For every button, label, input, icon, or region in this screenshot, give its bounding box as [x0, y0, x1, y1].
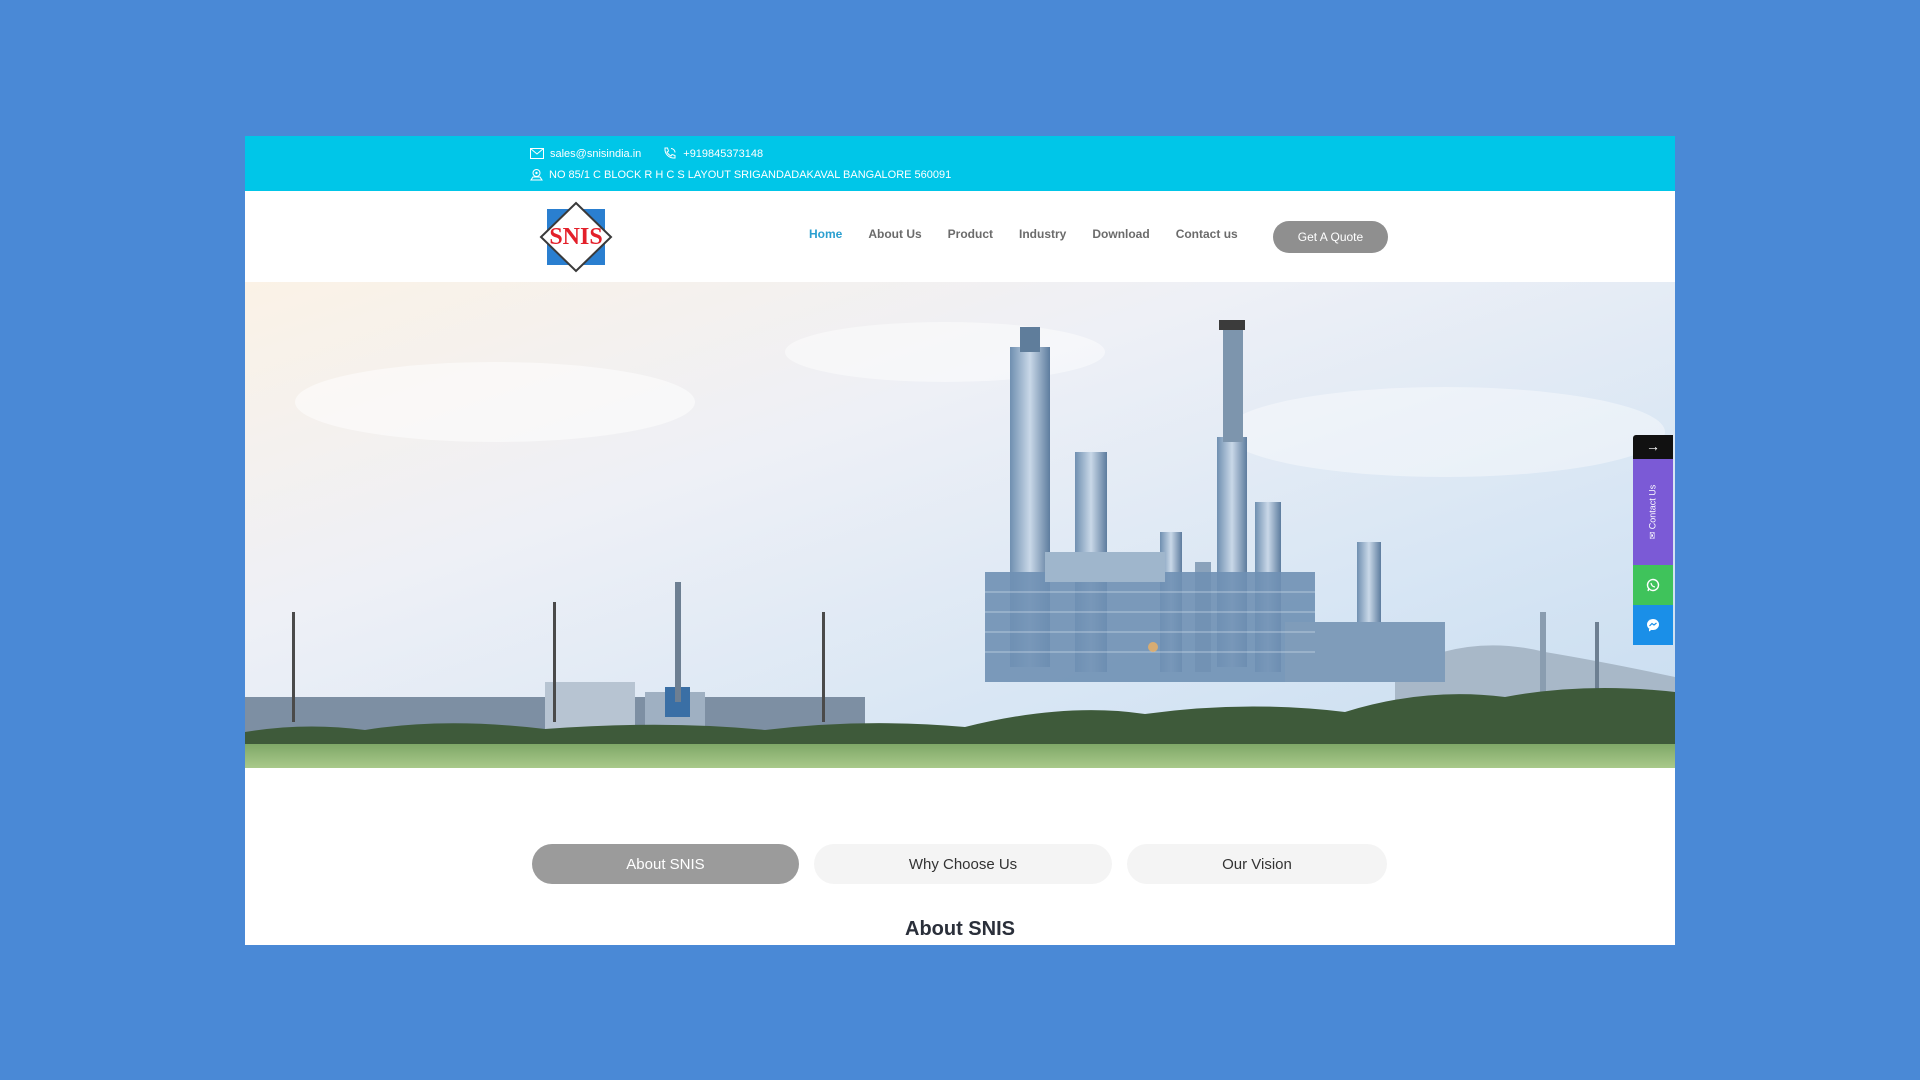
- phone-text[interactable]: +919845373148: [683, 148, 763, 160]
- site-header: SNIS Home About Us Product Industry Down…: [245, 191, 1675, 282]
- messenger-button[interactable]: [1633, 605, 1673, 645]
- location-icon: [530, 169, 543, 181]
- contact-us-tab[interactable]: ✉ Contact Us: [1633, 459, 1673, 565]
- messenger-icon: [1647, 619, 1659, 632]
- tab-our-vision[interactable]: Our Vision: [1127, 844, 1387, 884]
- floating-contact-widget: → ✉ Contact Us: [1633, 435, 1673, 645]
- nav-product[interactable]: Product: [948, 227, 993, 241]
- refinery-hero-image: [245, 282, 1675, 768]
- about-tabs: About SNIS Why Choose Us Our Vision: [245, 844, 1675, 884]
- whatsapp-button[interactable]: [1633, 565, 1673, 605]
- top-info-bar: sales@snisindia.in +919845373148 NO 85/1…: [245, 136, 1675, 191]
- phone-icon: [664, 147, 676, 159]
- email-text[interactable]: sales@snisindia.in: [550, 148, 641, 160]
- contact-us-label: ✉ Contact Us: [1647, 484, 1658, 540]
- whatsapp-icon: [1646, 578, 1660, 592]
- nav-home[interactable]: Home: [809, 227, 842, 241]
- logo-text: SNIS: [549, 224, 603, 250]
- nav-industry[interactable]: Industry: [1019, 227, 1066, 241]
- phone-item[interactable]: +919845373148: [663, 147, 763, 160]
- address-item: NO 85/1 C BLOCK R H C S LAYOUT SRIGANDAD…: [530, 168, 951, 181]
- tab-about-snis[interactable]: About SNIS: [532, 844, 799, 884]
- get-a-quote-button[interactable]: Get A Quote: [1273, 221, 1388, 253]
- website-frame: sales@snisindia.in +919845373148 NO 85/1…: [245, 136, 1675, 945]
- main-nav: Home About Us Product Industry Download …: [809, 227, 1264, 241]
- address-text: NO 85/1 C BLOCK R H C S LAYOUT SRIGANDAD…: [549, 168, 952, 181]
- contact-row: sales@snisindia.in +919845373148: [530, 147, 779, 160]
- section-title: About SNIS: [905, 918, 1015, 940]
- address-row: NO 85/1 C BLOCK R H C S LAYOUT SRIGANDAD…: [530, 168, 967, 181]
- nav-contact-us[interactable]: Contact us: [1176, 227, 1238, 241]
- email-item[interactable]: sales@snisindia.in: [530, 148, 641, 160]
- nav-about-us[interactable]: About Us: [868, 227, 921, 241]
- tab-why-choose-us[interactable]: Why Choose Us: [814, 844, 1112, 884]
- nav-download[interactable]: Download: [1092, 227, 1149, 241]
- mail-icon: [530, 148, 544, 159]
- snis-logo[interactable]: SNIS: [535, 197, 617, 277]
- hero-banner: [245, 282, 1675, 768]
- collapse-arrow-icon[interactable]: →: [1633, 435, 1673, 459]
